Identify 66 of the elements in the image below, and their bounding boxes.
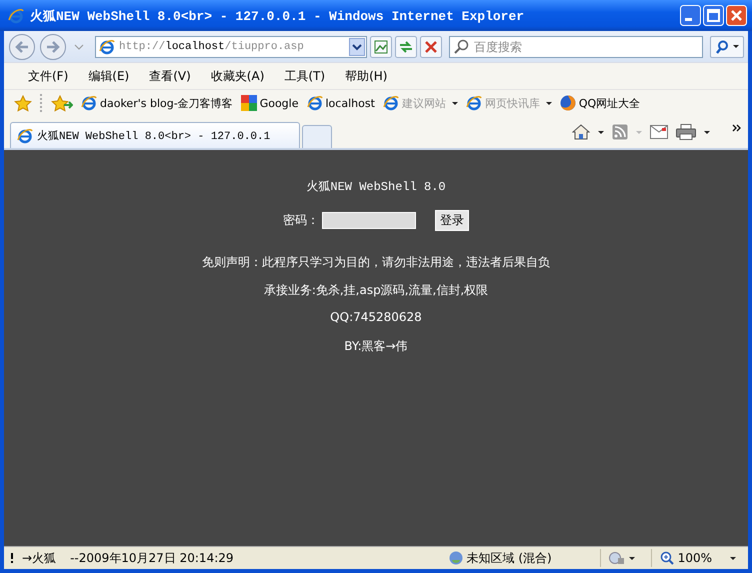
security-zone: 未知区域 (混合): [466, 550, 552, 566]
home-icon[interactable]: [572, 124, 590, 140]
favorite-link[interactable]: Google: [240, 95, 298, 111]
caret-icon: [636, 130, 642, 134]
minimize-icon[interactable]: [680, 5, 701, 26]
page-icon: [382, 95, 399, 111]
printer-icon[interactable]: [676, 124, 696, 140]
zoom-icon[interactable]: [660, 551, 674, 565]
notice-text: 免则声明：此程序只学习为目的，请勿非法用途，违法者后果自负: [202, 254, 550, 271]
notice-text: BY:黑客→伟: [344, 338, 408, 355]
url-text: http://localhost/tiuppro.asp: [119, 40, 305, 52]
menu-item[interactable]: 工具(T): [274, 68, 336, 84]
page-icon: [17, 128, 33, 144]
menu-item[interactable]: 收藏夹(A): [200, 68, 274, 84]
favorite-link[interactable]: daoker's blog-金刀客博客: [81, 95, 233, 111]
forward-icon[interactable]: [39, 32, 67, 60]
zoom-level[interactable]: 100%: [678, 551, 712, 565]
window-title: 火狐NEW WebShell 8.0<br> - 127.0.0.1 - Windows Internet Explorer: [30, 8, 526, 24]
status-text: →火狐: [22, 550, 56, 566]
password-label: 密码：: [283, 212, 319, 228]
search-button[interactable]: [710, 36, 744, 58]
favorite-link[interactable]: QQ网址大全: [560, 95, 640, 111]
status-date: --2009年10月27日 20:14:29: [70, 550, 234, 566]
dropdown-icon[interactable]: [349, 38, 365, 56]
search-field[interactable]: 百度搜索: [449, 36, 703, 58]
caret-icon: [733, 45, 739, 48]
mail-icon[interactable]: [650, 125, 668, 139]
page-icon: [99, 38, 115, 54]
page-icon: [81, 95, 97, 111]
refresh-icon[interactable]: [395, 36, 417, 58]
caret-icon[interactable]: [704, 130, 710, 134]
search-icon: [453, 38, 469, 54]
chevron-icon[interactable]: [732, 124, 742, 132]
notice-text: QQ:745280628: [330, 310, 422, 326]
stop-icon[interactable]: [420, 36, 442, 58]
page-icon: [466, 95, 482, 111]
compatibility-icon[interactable]: [370, 36, 392, 58]
caret-icon[interactable]: [730, 556, 736, 560]
menu-item[interactable]: 文件(F): [18, 68, 78, 84]
page-heading: 火狐NEW WebShell 8.0: [306, 179, 446, 196]
google-icon: [240, 95, 257, 111]
menu-item[interactable]: 编辑(E): [78, 68, 140, 84]
search-icon: [715, 40, 729, 54]
notice-text: 承接业务:免杀,挂,asp源码,流量,信封,权限: [264, 282, 488, 299]
add-favorite-icon[interactable]: [51, 94, 73, 112]
password-field[interactable]: [322, 212, 416, 228]
browser-icon: [8, 8, 24, 24]
favorite-link[interactable]: localhost: [306, 95, 375, 111]
menu-item[interactable]: 帮助(H): [335, 68, 398, 84]
favorites-star-icon[interactable]: [14, 94, 32, 112]
page-icon: [306, 95, 322, 111]
caret-icon: [546, 102, 552, 104]
close-icon[interactable]: [726, 5, 747, 26]
caret-icon[interactable]: [628, 556, 635, 560]
alert-icon: [10, 553, 14, 563]
login-button[interactable]: 登录: [435, 210, 469, 230]
back-icon[interactable]: [8, 32, 36, 60]
tab[interactable]: 火狐NEW WebShell 8.0<br> - 127.0.0.1: [10, 122, 300, 148]
menu-item[interactable]: 查看(V): [139, 68, 201, 84]
address-field[interactable]: http://localhost/tiuppro.asp: [95, 36, 367, 58]
feed-icon[interactable]: [612, 124, 628, 140]
globe-icon: [448, 551, 462, 565]
caret-icon: [452, 102, 458, 104]
caret-icon[interactable]: [598, 130, 604, 134]
globe-icon: [560, 95, 576, 111]
maximize-icon[interactable]: [703, 5, 724, 26]
